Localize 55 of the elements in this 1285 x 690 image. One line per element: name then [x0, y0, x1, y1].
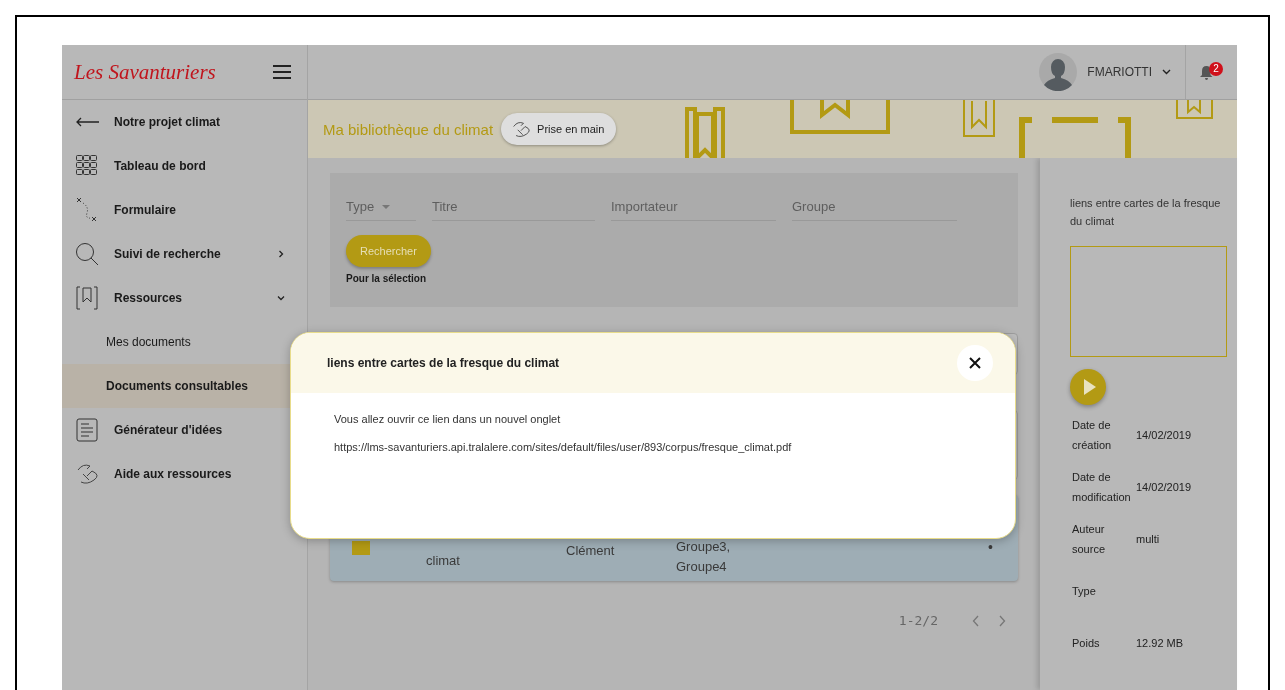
- dotted-path-icon: [76, 197, 98, 223]
- avatar-icon[interactable]: [1039, 53, 1078, 91]
- user-name[interactable]: FMARIOTTI: [1087, 65, 1152, 79]
- help-button[interactable]: Prise en main: [501, 113, 617, 145]
- close-icon: [969, 357, 981, 369]
- close-button[interactable]: [957, 345, 993, 381]
- detail-value: 12.92 MB: [1136, 636, 1185, 651]
- sidebar-item[interactable]: Notre projet climat: [114, 115, 285, 129]
- detail-value: 14/02/2019: [1136, 428, 1193, 443]
- pagination-range: 1-2/2: [898, 613, 938, 628]
- previous-page-button[interactable]: [972, 614, 980, 627]
- dialog-url: https://lms-savanturiers.api.tralalere.com/sites/default/files/user/893/corpus/fresque_climat.pdf: [334, 441, 793, 453]
- menu-button[interactable]: [273, 65, 291, 79]
- bookmark-icon: [76, 286, 98, 310]
- chevron-left-icon: [972, 614, 980, 627]
- document-title: liens entre cartes de la fresque du climat: [1070, 196, 1222, 229]
- arrow-left-icon: [75, 117, 99, 127]
- detail-label: Date de création: [1072, 418, 1113, 453]
- selection-label: Pour la sélection: [346, 273, 428, 284]
- detail-label: Type: [1072, 584, 1097, 599]
- sidebar-item[interactable]: Suivi de recherche: [114, 247, 263, 261]
- caret-icon: [382, 204, 391, 209]
- play-button[interactable]: [1070, 369, 1106, 405]
- importer-cell-text: Clément: [566, 542, 616, 560]
- document-icon: [76, 418, 98, 442]
- bell-icon[interactable]: [1200, 64, 1213, 80]
- filter-field[interactable]: Groupe: [792, 195, 957, 221]
- dialog-title: liens entre cartes de la fresque du climat: [327, 356, 560, 370]
- filter-field[interactable]: Importateur: [611, 195, 776, 221]
- sidebar-item[interactable]: Ressources: [114, 291, 263, 305]
- page-title: Ma bibliothèque du climat: [323, 120, 494, 138]
- sidebar-item[interactable]: Tableau de bord: [114, 159, 285, 173]
- chevron-right-icon[interactable]: [277, 250, 285, 258]
- filter-field[interactable]: Titre: [432, 195, 595, 221]
- detail-label: Auteur source: [1072, 522, 1107, 557]
- chevron-down-icon[interactable]: [1162, 69, 1171, 75]
- dialog-message: Vous allez ouvrir ce lien dans un nouvel onglet: [334, 413, 562, 425]
- detail-value: 14/02/2019: [1136, 480, 1193, 495]
- detail-label: Date de modification: [1072, 470, 1132, 505]
- sidebar-item[interactable]: Générateur d'idées: [114, 423, 285, 437]
- row-checkbox[interactable]: [352, 541, 370, 555]
- sidebar-item[interactable]: Aide aux ressources: [114, 467, 285, 481]
- chevron-down-icon[interactable]: [277, 294, 285, 302]
- grid-icon: [76, 155, 98, 177]
- play-icon: [1084, 379, 1096, 395]
- notification-badge: 2: [1209, 61, 1223, 76]
- detail-label: Poids: [1072, 636, 1101, 651]
- groups-cell-text: Groupe3, Groupe4: [676, 538, 732, 576]
- next-page-button[interactable]: [998, 614, 1006, 627]
- sidebar-item[interactable]: Formulaire: [114, 203, 285, 217]
- row-menu[interactable]: •: [988, 539, 993, 555]
- chevron-right-icon: [998, 614, 1006, 627]
- detail-value: multi: [1136, 532, 1161, 547]
- title-cell-text: climat: [426, 552, 461, 570]
- search-icon: [75, 242, 99, 266]
